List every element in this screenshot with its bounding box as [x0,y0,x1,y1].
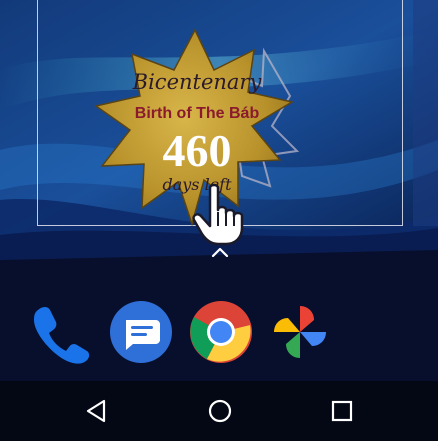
chevron-up-icon[interactable] [211,247,229,257]
navigation-bar [0,381,438,441]
back-icon[interactable] [82,395,114,427]
recents-icon[interactable] [326,395,358,427]
adjacent-page-edge [413,0,438,226]
app-dock [0,290,438,374]
messages-icon[interactable] [109,300,173,364]
photos-icon[interactable] [268,300,332,364]
hand-pointer-icon [192,183,244,246]
home-icon[interactable] [204,395,236,427]
widget-title: Bicentenary [132,70,262,94]
days-count: 460 [162,125,232,176]
chrome-icon[interactable] [189,300,253,364]
widget-subtitle: Birth of The Báb [134,105,260,122]
phone-icon[interactable] [28,300,92,364]
